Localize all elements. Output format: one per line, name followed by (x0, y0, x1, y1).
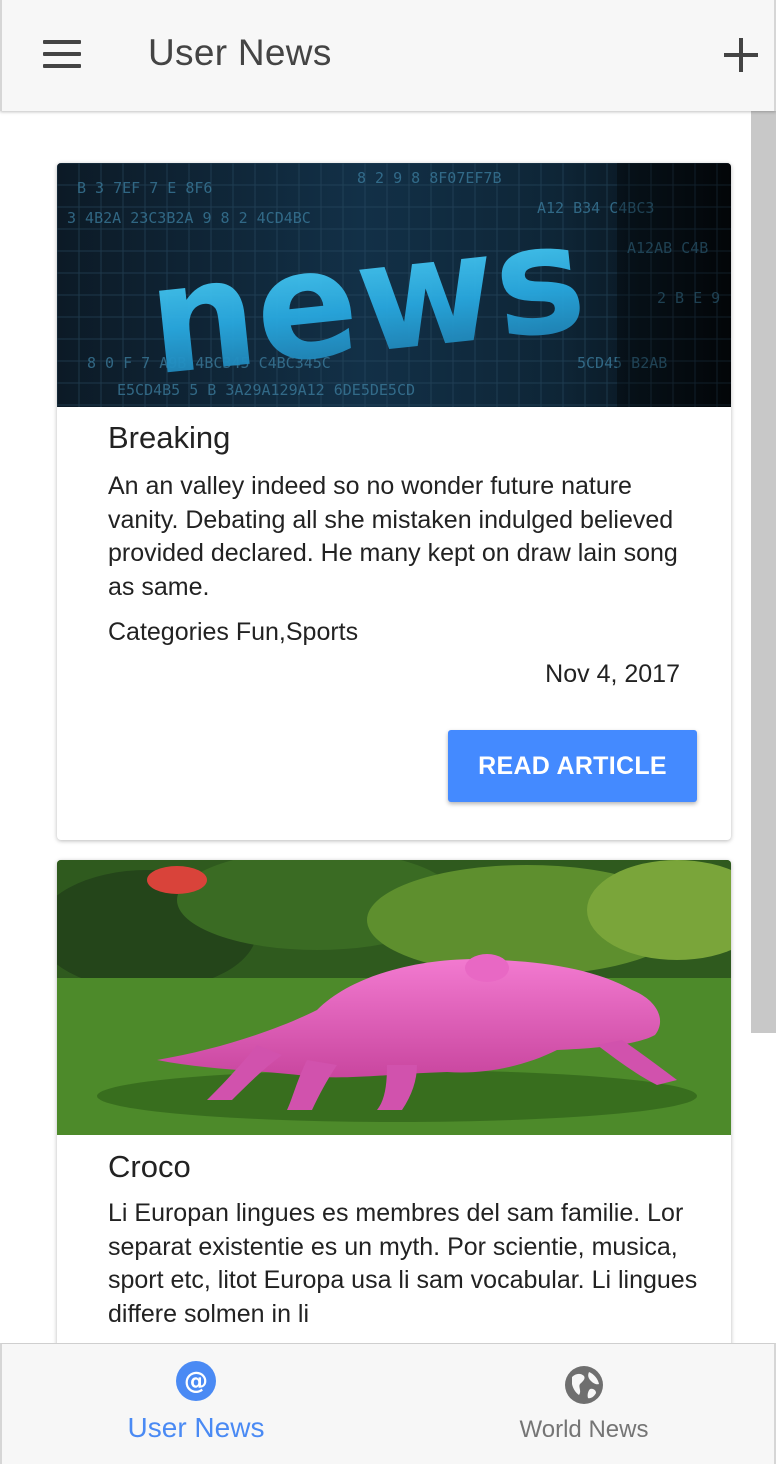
article-card-croco: Croco Li Europan lingues es membres del … (57, 860, 731, 1360)
top-app-bar: User News (0, 0, 776, 111)
svg-text:B 3 7EF 7 E 8F6: B 3 7EF 7 E 8F6 (77, 179, 212, 197)
nav-item-world-news[interactable]: World News (390, 1344, 776, 1464)
hamburger-menu-icon[interactable] (38, 36, 86, 76)
article-body: Li Europan lingues es membres del sam fa… (108, 1199, 698, 1328)
app-root: User News B 3 7EF 7 E 8F6 8 2 9 8 8F07EF… (0, 0, 776, 1464)
svg-text:8 2 9 8 8F07EF7B: 8 2 9 8 8F07EF7B (357, 169, 502, 187)
article-date: Nov 4, 2017 (545, 660, 680, 688)
svg-text:@: @ (184, 1367, 208, 1395)
bottom-navigation: @ User News World News (0, 1343, 776, 1464)
at-sign-icon: @ (176, 1361, 216, 1401)
article-title: Breaking (108, 420, 231, 455)
nav-item-user-news[interactable]: @ User News (2, 1344, 390, 1464)
nav-label: User News (127, 1412, 265, 1443)
article-body: An an valley indeed so no wonder future … (108, 472, 678, 601)
article-image-news: B 3 7EF 7 E 8F6 8 2 9 8 8F07EF7B 3 4B2A … (57, 163, 731, 407)
article-title: Croco (108, 1149, 191, 1184)
article-categories: Categories Fun,Sports (108, 618, 359, 646)
article-image-pink-crocodile (57, 860, 731, 1135)
plus-icon[interactable] (718, 32, 764, 78)
nav-label: World News (519, 1416, 649, 1443)
scrollbar-thumb[interactable] (751, 111, 776, 1033)
read-article-button[interactable]: READ ARTICLE (448, 730, 697, 802)
article-card-breaking: B 3 7EF 7 E 8F6 8 2 9 8 8F07EF7B 3 4B2A … (57, 163, 731, 840)
globe-icon (565, 1366, 603, 1404)
page-title: User News (148, 32, 332, 73)
